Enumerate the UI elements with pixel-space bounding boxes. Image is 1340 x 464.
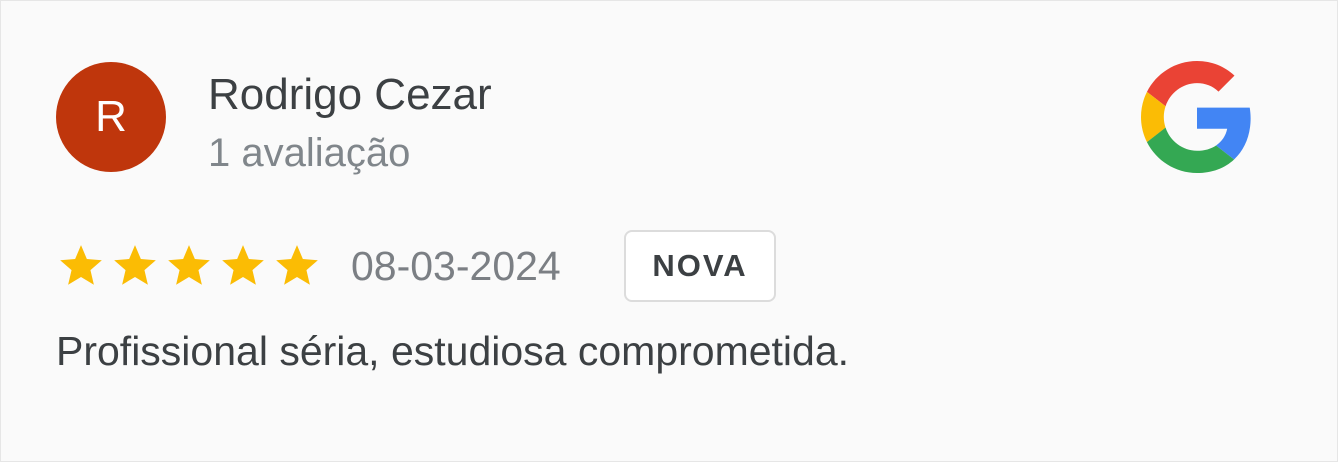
star-icon <box>60 245 102 285</box>
new-badge: NOVA <box>624 230 776 302</box>
review-card: R Rodrigo Cezar 1 avaliação 08-03-2024 N… <box>0 0 1338 462</box>
review-date: 08-03-2024 <box>351 243 561 289</box>
review-text: Profissional séria, estudiosa comprometi… <box>56 328 850 374</box>
star-icon <box>114 245 156 285</box>
reviewer-name[interactable]: Rodrigo Cezar <box>208 71 492 119</box>
avatar[interactable]: R <box>56 62 166 172</box>
star-icon <box>276 245 318 285</box>
star-rating <box>56 241 322 291</box>
star-icon <box>222 245 264 285</box>
reviewer-review-count: 1 avaliação <box>208 131 411 175</box>
star-icon <box>168 245 210 285</box>
google-g-icon <box>1141 61 1251 173</box>
avatar-initial: R <box>95 92 127 141</box>
